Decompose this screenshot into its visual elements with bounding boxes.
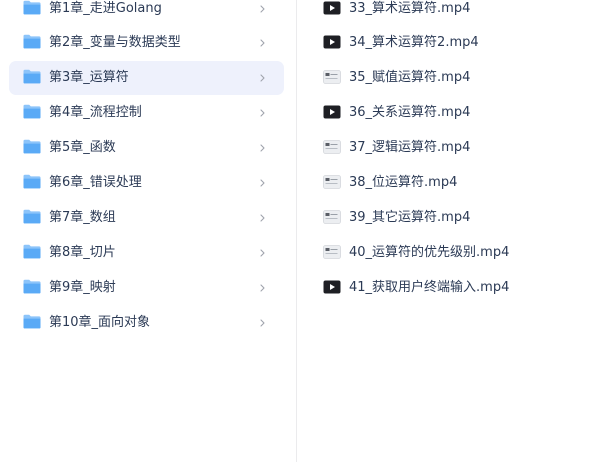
folder-item[interactable]: 第7章_数组 xyxy=(9,201,284,235)
folder-label: 第1章_走进Golang xyxy=(49,1,162,16)
file-pane: 33_算术运算符.mp4 34_算术运算符2.mp4 35_赋值运算符.mp4 36_… xyxy=(297,0,590,462)
folder-item[interactable]: 第3章_运算符 xyxy=(9,61,284,95)
folder-label: 第5章_函数 xyxy=(49,140,116,155)
folder-icon xyxy=(23,279,41,294)
dark-video-icon xyxy=(323,105,341,119)
light-video-icon xyxy=(323,175,341,189)
folder-label: 第8章_切片 xyxy=(49,245,116,260)
chevron-right-icon xyxy=(258,61,266,95)
folder-item[interactable]: 第1章_走进Golang xyxy=(9,0,284,26)
file-label: 36_关系运算符.mp4 xyxy=(349,105,471,120)
file-label: 39_其它运算符.mp4 xyxy=(349,210,471,225)
file-item[interactable]: 35_赋值运算符.mp4 xyxy=(297,61,587,95)
file-item[interactable]: 33_算术运算符.mp4 xyxy=(297,0,587,26)
file-item[interactable]: 39_其它运算符.mp4 xyxy=(297,201,587,235)
folder-icon xyxy=(23,244,41,259)
file-label: 37_逻辑运算符.mp4 xyxy=(349,140,471,155)
dark-video-icon xyxy=(323,1,341,15)
dark-video-icon xyxy=(323,280,341,294)
chevron-right-icon xyxy=(258,131,266,165)
file-item[interactable]: 40_运算符的优先级别.mp4 xyxy=(297,236,587,270)
folder-item[interactable]: 第2章_变量与数据类型 xyxy=(9,26,284,60)
folder-label: 第10章_面向对象 xyxy=(49,315,151,330)
file-item[interactable]: 41_获取用户终端输入.mp4 xyxy=(297,271,587,305)
folder-item[interactable]: 第5章_函数 xyxy=(9,131,284,165)
folder-icon xyxy=(23,69,41,84)
chevron-right-icon xyxy=(258,306,266,340)
light-video-icon xyxy=(323,210,341,224)
file-label: 40_运算符的优先级别.mp4 xyxy=(349,245,510,260)
folder-icon xyxy=(23,0,41,15)
dark-video-icon xyxy=(323,35,341,49)
light-video-icon xyxy=(323,70,341,84)
folder-item[interactable]: 第9章_映射 xyxy=(9,271,284,305)
file-item[interactable]: 34_算术运算符2.mp4 xyxy=(297,26,587,60)
folder-pane: 第1章_走进Golang 第2章_变量与数据类型 第3章_运算符 第4章_流程控制 第5… xyxy=(0,0,296,462)
folder-label: 第7章_数组 xyxy=(49,210,116,225)
folder-item[interactable]: 第10章_面向对象 xyxy=(9,306,284,340)
folder-label: 第4章_流程控制 xyxy=(49,105,142,120)
file-label: 41_获取用户终端输入.mp4 xyxy=(349,280,510,295)
folder-label: 第2章_变量与数据类型 xyxy=(49,35,181,50)
folder-icon xyxy=(23,314,41,329)
chevron-right-icon xyxy=(258,166,266,200)
folder-icon xyxy=(23,209,41,224)
chevron-right-icon xyxy=(258,271,266,305)
folder-icon xyxy=(23,104,41,119)
chevron-right-icon xyxy=(258,26,266,60)
folder-icon xyxy=(23,34,41,49)
file-label: 33_算术运算符.mp4 xyxy=(349,1,471,16)
folder-item[interactable]: 第4章_流程控制 xyxy=(9,96,284,130)
chevron-right-icon xyxy=(258,201,266,235)
chevron-right-icon xyxy=(258,96,266,130)
file-item[interactable]: 38_位运算符.mp4 xyxy=(297,166,587,200)
light-video-icon xyxy=(323,245,341,259)
light-video-icon xyxy=(323,140,341,154)
folder-item[interactable]: 第8章_切片 xyxy=(9,236,284,270)
folder-label: 第6章_错误处理 xyxy=(49,175,142,190)
folder-item[interactable]: 第6章_错误处理 xyxy=(9,166,284,200)
chevron-right-icon xyxy=(258,0,266,26)
file-browser: 第1章_走进Golang 第2章_变量与数据类型 第3章_运算符 第4章_流程控制 第5… xyxy=(0,0,590,462)
folder-icon xyxy=(23,174,41,189)
file-item[interactable]: 37_逻辑运算符.mp4 xyxy=(297,131,587,165)
file-label: 34_算术运算符2.mp4 xyxy=(349,35,479,50)
file-label: 35_赋值运算符.mp4 xyxy=(349,70,471,85)
folder-label: 第3章_运算符 xyxy=(49,70,129,85)
chevron-right-icon xyxy=(258,236,266,270)
file-label: 38_位运算符.mp4 xyxy=(349,175,458,190)
file-item[interactable]: 36_关系运算符.mp4 xyxy=(297,96,587,130)
folder-label: 第9章_映射 xyxy=(49,280,116,295)
folder-icon xyxy=(23,139,41,154)
